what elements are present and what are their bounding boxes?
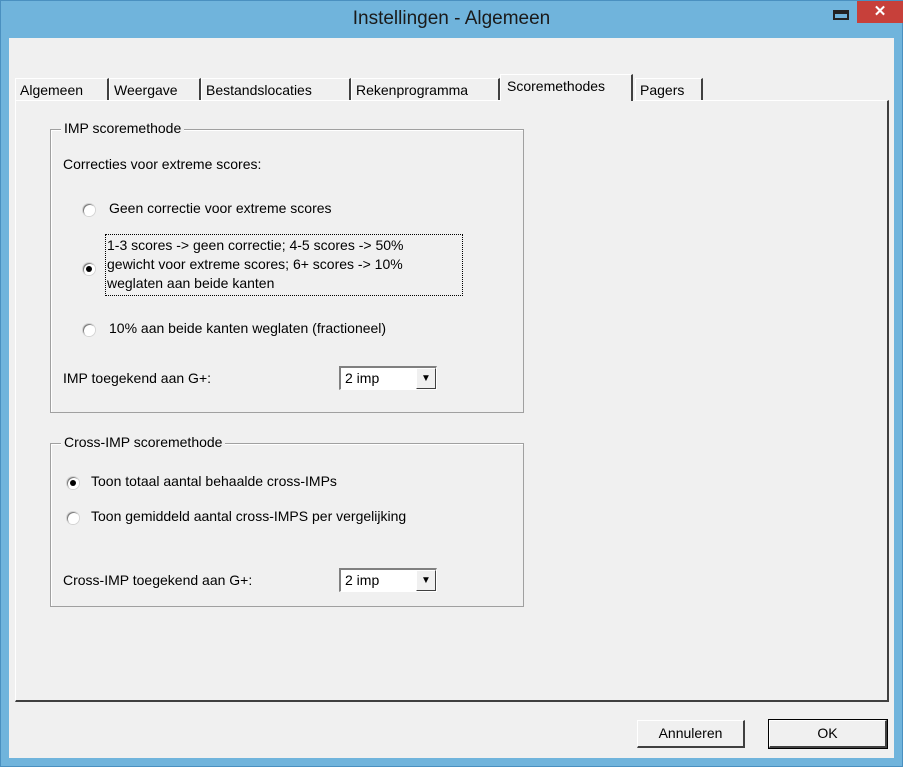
window-restore-icon[interactable]: [826, 5, 856, 27]
radio-fractional-label[interactable]: 10% aan beide kanten weglaten (fractione…: [109, 320, 386, 336]
imp-gplus-value: 2 imp: [345, 370, 380, 386]
tab-bestandslocaties[interactable]: Bestandslocaties: [201, 78, 351, 100]
imp-scoremethod-group: IMP scoremethode Correcties voor extreme…: [50, 120, 524, 413]
radio-graduated-correction[interactable]: [83, 263, 95, 275]
radio-no-correction-label[interactable]: Geen correctie voor extreme scores: [109, 200, 332, 216]
tab-panel-scoremethodes: IMP scoremethode Correcties voor extreme…: [15, 100, 889, 702]
tab-algemeen[interactable]: Algemeen: [15, 78, 109, 100]
tab-pagers[interactable]: Pagers: [635, 78, 703, 100]
imp-group-legend: IMP scoremethode: [61, 120, 185, 136]
radio-graduated-line-1[interactable]: 1-3 scores -> geen correctie; 4-5 scores…: [107, 236, 403, 255]
tab-scoremethodes[interactable]: Scoremethodes: [500, 74, 633, 101]
imp-gplus-select[interactable]: 2 imp ▼: [339, 366, 437, 390]
radio-graduated-line-3[interactable]: weglaten aan beide kanten: [107, 274, 274, 293]
chevron-down-icon[interactable]: ▼: [416, 368, 436, 389]
radio-cross-average[interactable]: [67, 512, 79, 524]
cross-gplus-select[interactable]: 2 imp ▼: [339, 568, 437, 592]
cross-gplus-value: 2 imp: [345, 572, 380, 588]
cross-gplus-label: Cross-IMP toegekend aan G+:: [63, 572, 253, 588]
chevron-down-icon[interactable]: ▼: [416, 570, 436, 591]
imp-intro-label: Correcties voor extreme scores:: [63, 156, 262, 172]
cross-imp-group: Cross-IMP scoremethode Toon totaal aanta…: [50, 434, 524, 607]
dialog-client: Algemeen Weergave Bestandslocaties Reken…: [9, 38, 894, 758]
settings-window: Instellingen - Algemeen ✕ Algemeen Weerg…: [0, 0, 903, 767]
radio-no-correction[interactable]: [83, 204, 95, 216]
close-button[interactable]: ✕: [857, 1, 903, 23]
ok-button[interactable]: OK: [768, 719, 888, 749]
tab-weergave[interactable]: Weergave: [109, 78, 201, 100]
radio-checked-dot: [70, 480, 76, 486]
cross-group-legend: Cross-IMP scoremethode: [61, 434, 226, 450]
radio-cross-total-label[interactable]: Toon totaal aantal behaalde cross-IMPs: [91, 473, 337, 489]
radio-cross-average-label[interactable]: Toon gemiddeld aantal cross-IMPS per ver…: [91, 508, 406, 524]
radio-cross-total[interactable]: [67, 477, 79, 489]
radio-checked-dot: [86, 266, 92, 272]
radio-graduated-line-2[interactable]: gewicht voor extreme scores; 6+ scores -…: [107, 255, 403, 274]
tab-rekenprogramma[interactable]: Rekenprogramma: [351, 78, 500, 100]
radio-fractional[interactable]: [83, 324, 95, 336]
cancel-button[interactable]: Annuleren: [637, 720, 745, 748]
window-title: Instellingen - Algemeen: [352, 8, 551, 29]
close-icon: ✕: [873, 3, 887, 20]
imp-gplus-label: IMP toegekend aan G+:: [63, 370, 212, 386]
title-bar[interactable]: Instellingen - Algemeen ✕: [1, 1, 903, 37]
